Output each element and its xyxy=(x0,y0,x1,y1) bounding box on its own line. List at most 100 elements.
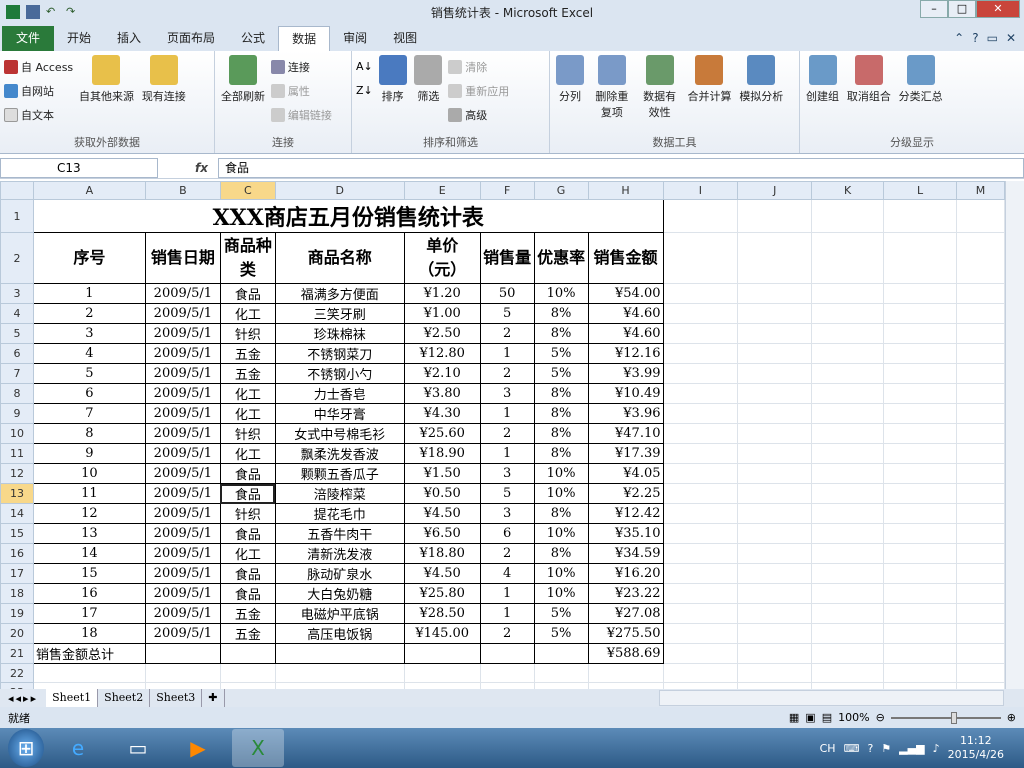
data-cell[interactable]: ¥25.80 xyxy=(403,583,481,604)
empty-cell[interactable] xyxy=(533,643,589,664)
data-cell[interactable]: 8% xyxy=(533,303,589,324)
data-cell[interactable]: 电磁炉平底锅 xyxy=(274,603,405,624)
empty-cell[interactable] xyxy=(737,603,813,624)
empty-cell[interactable] xyxy=(737,423,813,444)
keyboard-icon[interactable]: ⌨ xyxy=(844,742,860,755)
column-header-M[interactable]: M xyxy=(955,181,1005,200)
data-cell[interactable]: 三笑牙刷 xyxy=(274,303,405,324)
data-cell[interactable]: 8% xyxy=(533,503,589,524)
column-header-G[interactable]: G xyxy=(533,181,589,200)
empty-cell[interactable] xyxy=(883,483,957,504)
data-cell[interactable]: 2 xyxy=(479,323,535,344)
data-cell[interactable]: 五香牛肉干 xyxy=(274,523,405,544)
data-cell[interactable]: ¥275.50 xyxy=(587,623,664,644)
close-button[interactable]: ✕ xyxy=(976,0,1020,18)
horizontal-scrollbar[interactable] xyxy=(659,690,1004,706)
internet-explorer-icon[interactable]: e xyxy=(52,729,104,767)
connections-button[interactable]: 连接 xyxy=(270,55,332,79)
row-header-19[interactable]: 19 xyxy=(0,603,34,624)
empty-cell[interactable] xyxy=(811,603,885,624)
empty-cell[interactable] xyxy=(811,483,885,504)
close-workbook-icon[interactable]: ✕ xyxy=(1006,26,1016,51)
column-header-B[interactable]: B xyxy=(144,181,221,200)
data-cell[interactable]: ¥25.60 xyxy=(403,423,481,444)
empty-cell[interactable] xyxy=(662,423,739,444)
data-cell[interactable]: ¥2.50 xyxy=(403,323,481,344)
empty-cell[interactable] xyxy=(662,583,739,604)
network-icon[interactable]: ▂▄▆ xyxy=(899,742,924,755)
empty-cell[interactable] xyxy=(737,663,813,683)
empty-cell[interactable] xyxy=(219,663,276,683)
empty-cell[interactable] xyxy=(883,663,957,683)
sort-asc-icon[interactable]: A↓ xyxy=(356,55,373,79)
remove-duplicates-button[interactable]: 删除重复项 xyxy=(592,55,632,120)
data-cell[interactable]: ¥2.25 xyxy=(587,483,664,504)
empty-cell[interactable] xyxy=(883,363,957,384)
column-header-I[interactable]: I xyxy=(662,181,739,200)
data-cell[interactable]: 提花毛巾 xyxy=(274,503,405,524)
advanced-button[interactable]: 高级 xyxy=(448,103,509,127)
from-text-button[interactable]: 自文本 xyxy=(4,103,73,127)
column-header-E[interactable]: E xyxy=(403,181,481,200)
empty-cell[interactable] xyxy=(811,563,885,584)
empty-cell[interactable] xyxy=(219,643,276,664)
empty-cell[interactable] xyxy=(811,323,885,344)
empty-cell[interactable] xyxy=(737,363,813,384)
empty-cell[interactable] xyxy=(811,303,885,324)
empty-cell[interactable] xyxy=(883,523,957,544)
column-header-cell[interactable]: 优惠率 xyxy=(533,232,589,284)
empty-cell[interactable] xyxy=(662,199,739,233)
empty-cell[interactable] xyxy=(587,663,664,683)
data-cell[interactable]: 5% xyxy=(533,603,589,624)
empty-cell[interactable] xyxy=(144,663,221,683)
data-cell[interactable]: ¥18.80 xyxy=(403,543,481,564)
data-cell[interactable]: 8 xyxy=(32,423,146,444)
empty-cell[interactable] xyxy=(883,303,957,324)
empty-cell[interactable] xyxy=(883,543,957,564)
empty-cell[interactable] xyxy=(737,483,813,504)
data-cell[interactable]: 涪陵榨菜 xyxy=(274,483,405,504)
data-cell[interactable]: 五金 xyxy=(219,363,276,384)
empty-cell[interactable] xyxy=(883,343,957,364)
data-cell[interactable]: 1 xyxy=(479,443,535,464)
row-header-6[interactable]: 6 xyxy=(0,343,34,364)
empty-cell[interactable] xyxy=(955,483,1005,504)
empty-cell[interactable] xyxy=(662,283,739,304)
empty-cell[interactable] xyxy=(955,423,1005,444)
row-header-15[interactable]: 15 xyxy=(0,523,34,544)
data-validation-button[interactable]: 数据有效性 xyxy=(640,55,680,120)
tab-page-layout[interactable]: 页面布局 xyxy=(154,26,228,51)
empty-cell[interactable] xyxy=(955,643,1005,664)
data-cell[interactable]: 2009/5/1 xyxy=(144,523,221,544)
row-header-22[interactable]: 22 xyxy=(0,663,34,683)
data-cell[interactable]: ¥6.50 xyxy=(403,523,481,544)
empty-cell[interactable] xyxy=(955,463,1005,484)
data-cell[interactable]: 50 xyxy=(479,283,535,304)
data-cell[interactable]: ¥12.80 xyxy=(403,343,481,364)
data-cell[interactable]: ¥27.08 xyxy=(587,603,664,624)
data-cell[interactable]: 1 xyxy=(479,403,535,424)
data-cell[interactable]: 2009/5/1 xyxy=(144,503,221,524)
row-header-12[interactable]: 12 xyxy=(0,463,34,484)
save-icon[interactable] xyxy=(26,5,40,19)
flag-icon[interactable]: ⚑ xyxy=(881,742,891,755)
empty-cell[interactable] xyxy=(662,343,739,364)
empty-cell[interactable] xyxy=(811,403,885,424)
column-header-C[interactable]: C xyxy=(219,181,276,200)
data-cell[interactable]: 2009/5/1 xyxy=(144,383,221,404)
reapply-button[interactable]: 重新应用 xyxy=(448,79,509,103)
empty-cell[interactable] xyxy=(662,403,739,424)
tab-file[interactable]: 文件 xyxy=(2,26,54,51)
data-cell[interactable]: 4 xyxy=(32,343,146,364)
empty-cell[interactable] xyxy=(883,423,957,444)
normal-view-icon[interactable]: ▦ xyxy=(789,711,799,724)
empty-cell[interactable] xyxy=(811,663,885,683)
minimize-button[interactable]: – xyxy=(920,0,948,18)
data-cell[interactable]: 14 xyxy=(32,543,146,564)
empty-cell[interactable] xyxy=(811,583,885,604)
excel-taskbar-icon[interactable]: X xyxy=(232,729,284,767)
data-cell[interactable]: ¥0.50 xyxy=(403,483,481,504)
empty-cell[interactable] xyxy=(955,403,1005,424)
redo-icon[interactable]: ↷ xyxy=(66,5,80,19)
data-cell[interactable]: 10% xyxy=(533,563,589,584)
